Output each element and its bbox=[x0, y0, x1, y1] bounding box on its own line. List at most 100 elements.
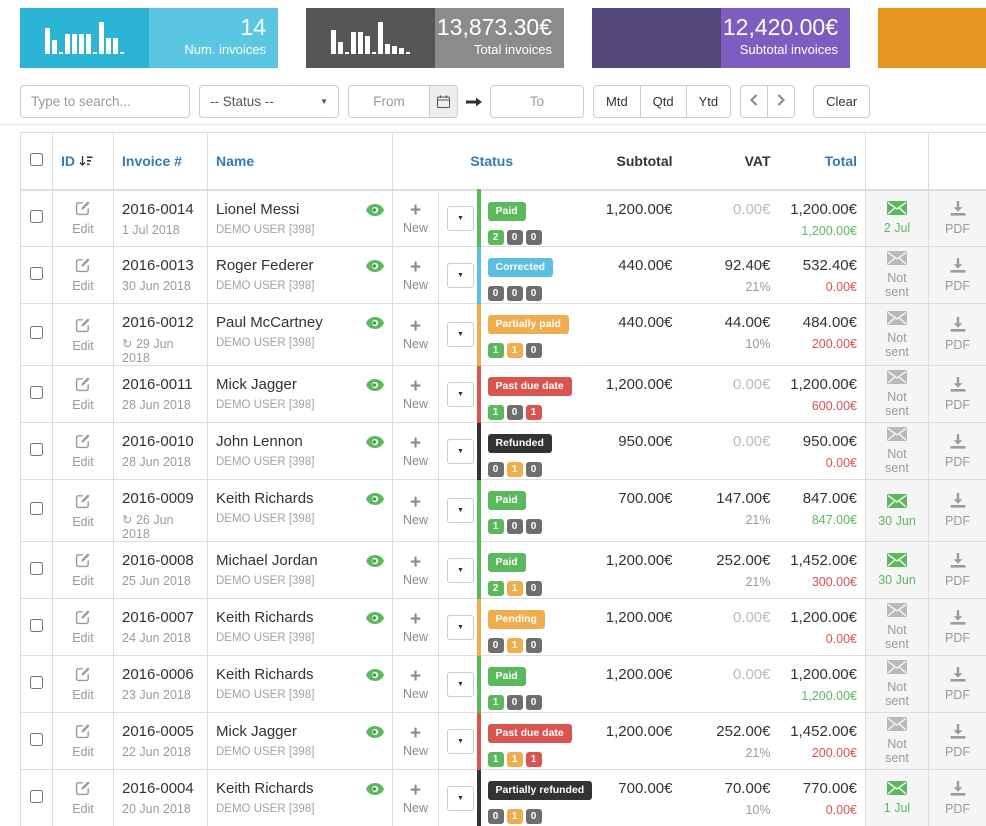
search-input[interactable] bbox=[20, 85, 190, 118]
download-pdf-button[interactable]: PDF bbox=[928, 712, 986, 770]
row-actions-dropdown[interactable]: ▼ bbox=[447, 322, 474, 347]
download-pdf-button[interactable]: PDF bbox=[928, 422, 986, 480]
row-checkbox[interactable] bbox=[30, 561, 43, 575]
new-invoice-button[interactable]: + New bbox=[392, 303, 439, 366]
view-invoice-icon[interactable] bbox=[366, 203, 384, 220]
send-email-button[interactable]: 30 Jun bbox=[865, 479, 929, 542]
row-checkbox[interactable] bbox=[30, 385, 43, 399]
subtotal-value: 700.00€ bbox=[618, 490, 673, 507]
row-checkbox[interactable] bbox=[30, 732, 43, 746]
view-invoice-icon[interactable] bbox=[366, 782, 384, 799]
download-pdf-button[interactable]: PDF bbox=[928, 541, 986, 599]
send-email-button[interactable]: Not sent bbox=[865, 422, 929, 480]
row-checkbox[interactable] bbox=[30, 442, 43, 456]
new-invoice-button[interactable]: + New bbox=[392, 479, 439, 542]
row-checkbox[interactable] bbox=[30, 209, 43, 223]
download-pdf-button[interactable]: PDF bbox=[928, 655, 986, 713]
download-pdf-button[interactable]: PDF bbox=[928, 365, 986, 423]
date-to-input[interactable] bbox=[490, 85, 584, 118]
row-actions-dropdown[interactable]: ▼ bbox=[447, 671, 474, 697]
edit-button[interactable]: Edit bbox=[52, 365, 114, 423]
view-invoice-icon[interactable] bbox=[366, 259, 384, 276]
send-email-button[interactable]: Not sent bbox=[865, 365, 929, 423]
edit-button[interactable]: Edit bbox=[52, 303, 114, 366]
row-actions-dropdown[interactable]: ▼ bbox=[447, 785, 474, 811]
view-invoice-icon[interactable] bbox=[366, 668, 384, 685]
send-email-button[interactable]: Not sent bbox=[865, 655, 929, 713]
row-checkbox[interactable] bbox=[30, 502, 43, 515]
new-invoice-button[interactable]: + New bbox=[392, 712, 439, 770]
column-header-id[interactable]: ID bbox=[52, 132, 114, 191]
download-pdf-button[interactable]: PDF bbox=[928, 303, 986, 366]
view-invoice-icon[interactable] bbox=[366, 725, 384, 742]
clear-button[interactable]: Clear bbox=[813, 85, 871, 118]
new-invoice-button[interactable]: + New bbox=[392, 189, 439, 247]
table-row: Edit 2016-0012 ↻ 29 Jun 2018 Paul McCart… bbox=[20, 303, 986, 366]
new-invoice-button[interactable]: + New bbox=[392, 365, 439, 423]
mtd-button[interactable]: Mtd bbox=[593, 85, 641, 118]
view-invoice-icon[interactable] bbox=[366, 554, 384, 571]
column-header-invoice[interactable]: Invoice # bbox=[113, 132, 208, 191]
edit-button[interactable]: Edit bbox=[52, 479, 114, 542]
row-actions-dropdown[interactable]: ▼ bbox=[447, 262, 474, 288]
edit-button[interactable]: Edit bbox=[52, 246, 114, 304]
column-header-status[interactable]: Status bbox=[392, 132, 591, 191]
status-select[interactable]: -- Status -- ▼ bbox=[199, 85, 339, 118]
row-actions-dropdown[interactable]: ▼ bbox=[447, 614, 474, 640]
new-invoice-button[interactable]: + New bbox=[392, 422, 439, 480]
new-invoice-button[interactable]: + New bbox=[392, 769, 439, 826]
edit-button[interactable]: Edit bbox=[52, 422, 114, 480]
view-invoice-icon[interactable] bbox=[366, 492, 384, 509]
row-checkbox[interactable] bbox=[30, 618, 43, 632]
send-email-button[interactable]: Not sent bbox=[865, 712, 929, 770]
download-pdf-button[interactable]: PDF bbox=[928, 189, 986, 247]
row-checkbox[interactable] bbox=[30, 326, 43, 339]
edit-button[interactable]: Edit bbox=[52, 769, 114, 826]
row-actions-dropdown[interactable]: ▼ bbox=[447, 498, 474, 523]
send-email-button[interactable]: Not sent bbox=[865, 246, 929, 304]
row-actions-dropdown[interactable]: ▼ bbox=[447, 205, 474, 231]
new-invoice-button[interactable]: + New bbox=[392, 541, 439, 599]
sent-label: Not sent bbox=[885, 447, 909, 475]
column-header-subtotal[interactable]: Subtotal bbox=[590, 132, 681, 191]
row-actions-dropdown[interactable]: ▼ bbox=[447, 381, 474, 407]
row-actions-dropdown[interactable]: ▼ bbox=[447, 557, 474, 583]
edit-button[interactable]: Edit bbox=[52, 712, 114, 770]
download-pdf-button[interactable]: PDF bbox=[928, 246, 986, 304]
send-email-button[interactable]: Not sent bbox=[865, 598, 929, 656]
column-header-vat[interactable]: VAT bbox=[680, 132, 779, 191]
send-email-button[interactable]: 2 Jul bbox=[865, 189, 929, 247]
row-actions-dropdown[interactable]: ▼ bbox=[447, 728, 474, 754]
edit-button[interactable]: Edit bbox=[52, 655, 114, 713]
new-invoice-button[interactable]: + New bbox=[392, 598, 439, 656]
column-header-name[interactable]: Name bbox=[207, 132, 393, 191]
prev-period-button[interactable] bbox=[740, 85, 769, 118]
view-invoice-icon[interactable] bbox=[366, 611, 384, 628]
edit-button[interactable]: Edit bbox=[52, 598, 114, 656]
row-checkbox[interactable] bbox=[30, 266, 43, 280]
view-invoice-icon[interactable] bbox=[366, 378, 384, 395]
ytd-button[interactable]: Ytd bbox=[686, 85, 732, 118]
view-invoice-icon[interactable] bbox=[366, 435, 384, 452]
date-from-input[interactable] bbox=[349, 86, 429, 117]
row-actions-dropdown[interactable]: ▼ bbox=[447, 438, 474, 464]
caret-down-icon: ▼ bbox=[457, 623, 464, 631]
select-all-checkbox[interactable] bbox=[30, 152, 43, 166]
edit-button[interactable]: Edit bbox=[52, 541, 114, 599]
view-invoice-icon[interactable] bbox=[366, 316, 384, 333]
send-email-button[interactable]: Not sent bbox=[865, 303, 929, 366]
download-pdf-button[interactable]: PDF bbox=[928, 598, 986, 656]
next-period-button[interactable] bbox=[768, 85, 796, 118]
send-email-button[interactable]: 1 Jul bbox=[865, 769, 929, 826]
send-email-button[interactable]: 30 Jun bbox=[865, 541, 929, 599]
qtd-button[interactable]: Qtd bbox=[640, 85, 687, 118]
row-checkbox[interactable] bbox=[30, 789, 43, 803]
edit-button[interactable]: Edit bbox=[52, 189, 114, 247]
calendar-button[interactable] bbox=[429, 86, 457, 117]
column-header-total[interactable]: Total bbox=[778, 132, 866, 191]
new-invoice-button[interactable]: + New bbox=[392, 655, 439, 713]
download-pdf-button[interactable]: PDF bbox=[928, 479, 986, 542]
row-checkbox[interactable] bbox=[30, 675, 43, 689]
download-pdf-button[interactable]: PDF bbox=[928, 769, 986, 826]
new-invoice-button[interactable]: + New bbox=[392, 246, 439, 304]
